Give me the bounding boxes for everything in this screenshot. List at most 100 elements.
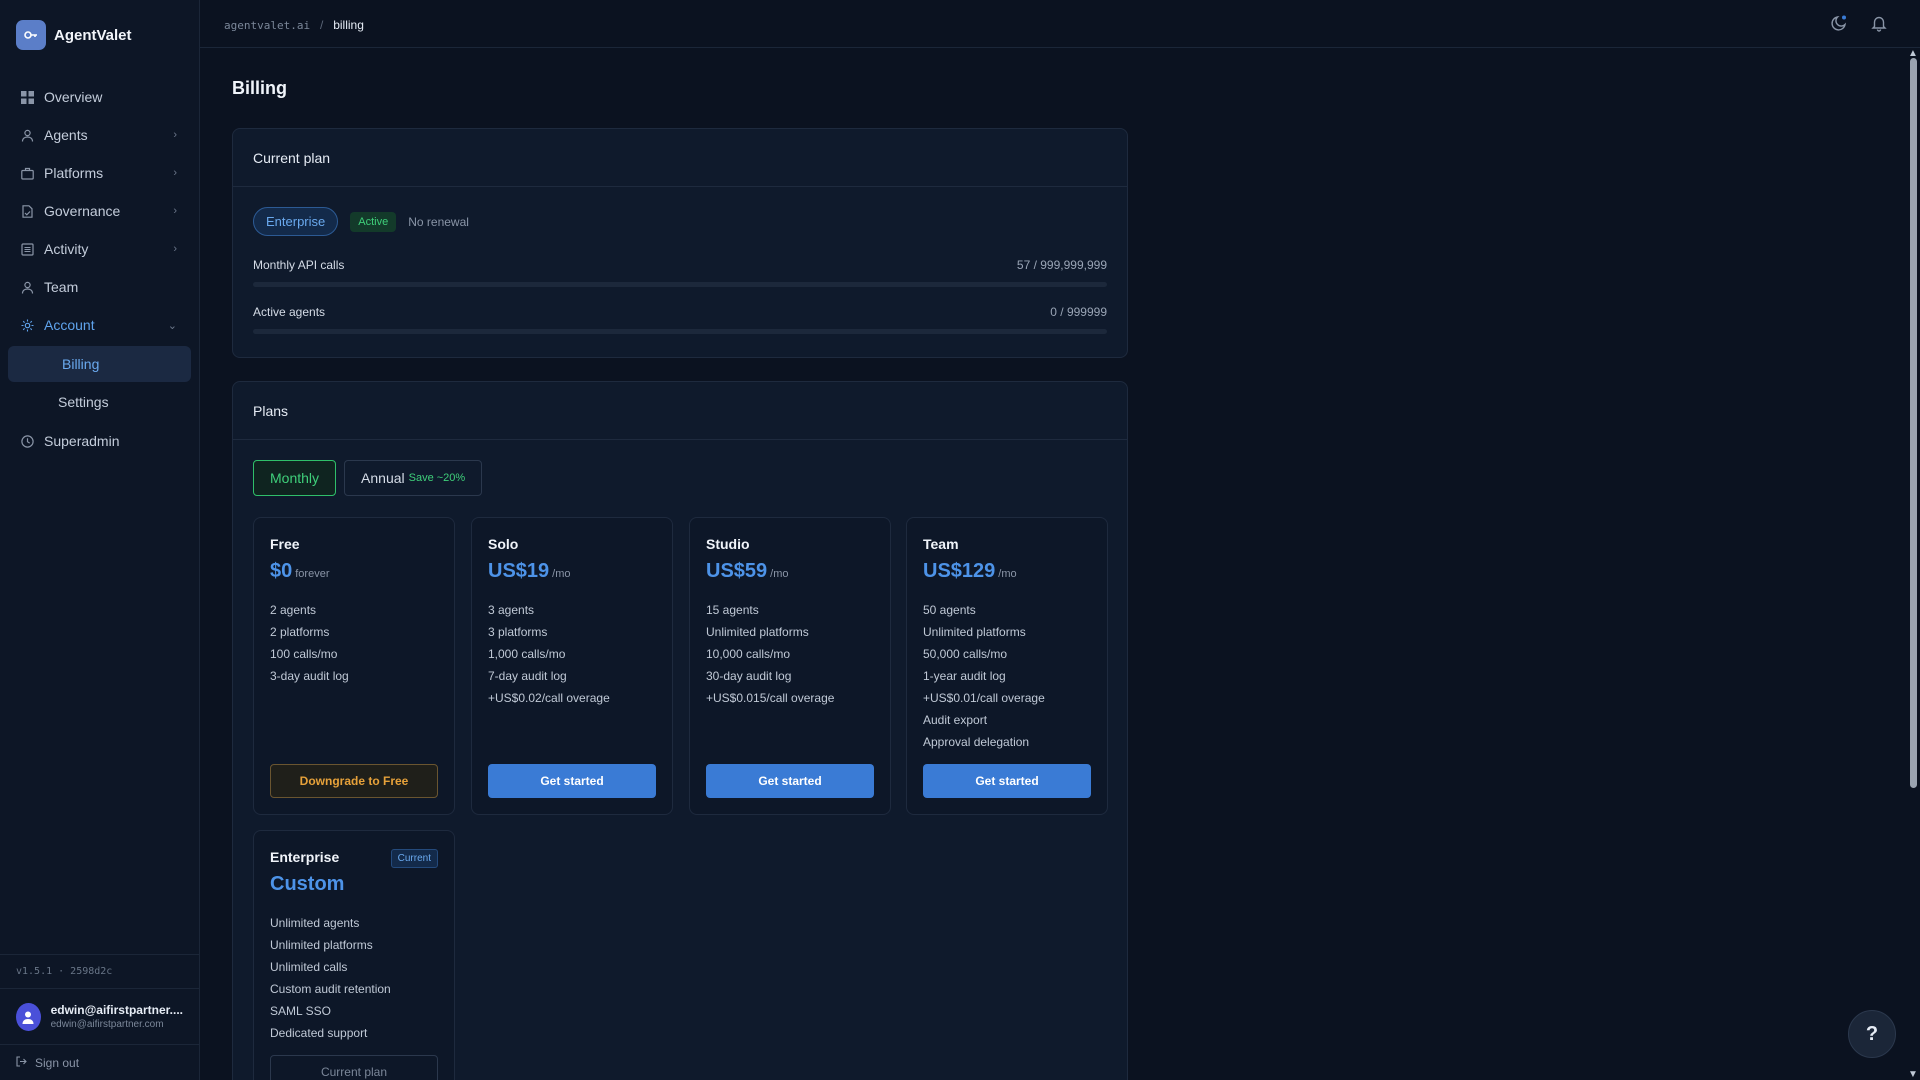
sidebar-item-governance[interactable]: Governance › xyxy=(8,192,191,230)
feature-list: 3 agents 3 platforms 1,000 calls/mo 7-da… xyxy=(488,599,656,709)
clock-icon xyxy=(20,434,34,448)
app-name: AgentValet xyxy=(54,26,132,44)
feature-item: 2 agents xyxy=(270,603,317,617)
price-amount: $0 xyxy=(270,560,293,582)
plan-price: US$19 /mo xyxy=(488,560,656,583)
sidebar-subitem-settings[interactable]: Settings xyxy=(8,384,191,420)
plan-name: Free xyxy=(270,536,300,552)
price-amount: Custom xyxy=(270,873,345,895)
breadcrumb-separator: / xyxy=(319,17,324,32)
sign-out-icon xyxy=(16,1055,27,1070)
renewal-text: No renewal xyxy=(408,214,469,229)
feature-item: 50,000 calls/mo xyxy=(923,647,1008,661)
sign-out-label: Sign out xyxy=(35,1055,80,1070)
monthly-toggle[interactable]: Monthly xyxy=(253,460,337,496)
feature-item: 3-day audit log xyxy=(270,669,349,683)
page-title: Billing xyxy=(232,78,287,98)
theme-toggle-icon[interactable] xyxy=(1830,14,1848,35)
annual-toggle[interactable]: Annual Save ~20% xyxy=(344,460,483,496)
sidebar-item-superadmin[interactable]: Superadmin xyxy=(8,422,191,460)
topbar-actions xyxy=(1830,14,1888,35)
sidebar-item-team[interactable]: Team xyxy=(8,268,191,306)
sidebar-item-activity[interactable]: Activity › xyxy=(8,230,191,268)
price-amount: US$19 xyxy=(488,560,550,582)
feature-list: 15 agents Unlimited platforms 10,000 cal… xyxy=(706,599,874,709)
feature-item: 1,000 calls/mo xyxy=(488,647,566,661)
feature-item: 2 platforms xyxy=(270,625,330,639)
feature-item: SAML SSO xyxy=(270,1004,331,1018)
sidebar-nav: Overview Agents › Platforms › Governance… xyxy=(0,70,199,460)
feature-item: +US$0.01/call overage xyxy=(923,691,1045,705)
current-badge: Current xyxy=(390,849,438,868)
sign-out-button[interactable]: Sign out xyxy=(0,1044,199,1080)
grid-icon xyxy=(20,90,34,104)
get-started-button[interactable]: Get started xyxy=(706,764,874,798)
key-icon xyxy=(16,20,46,50)
plan-card-enterprise: Enterprise Current Custom Unlimited agen… xyxy=(253,830,455,1080)
feature-item: 3 platforms xyxy=(488,625,548,639)
breadcrumb-root[interactable]: agentvalet.ai xyxy=(224,19,310,32)
sidebar-item-label: Platforms xyxy=(44,165,104,181)
chevron-right-icon: › xyxy=(173,205,177,217)
help-button[interactable]: ? xyxy=(1848,1010,1896,1058)
sidebar-item-label: Team xyxy=(44,279,79,295)
bell-icon[interactable] xyxy=(1870,14,1888,35)
get-started-button[interactable]: Get started xyxy=(923,764,1091,798)
feature-item: Unlimited platforms xyxy=(923,625,1026,639)
chevron-down-icon: ⌄ xyxy=(167,319,177,332)
topbar: agentvalet.ai / billing xyxy=(200,0,1920,48)
feature-item: Unlimited agents xyxy=(270,916,360,930)
sidebar-subitem-billing[interactable]: Billing xyxy=(8,346,191,382)
current-plan-button[interactable]: Current plan xyxy=(270,1055,438,1080)
plan-card-solo: Solo US$19 /mo 3 agents 3 platforms 1,00… xyxy=(471,517,673,815)
brand[interactable]: AgentValet xyxy=(0,0,199,70)
downgrade-button[interactable]: Downgrade to Free xyxy=(270,764,438,798)
avatar xyxy=(16,1002,41,1031)
plan-card-studio: Studio US$59 /mo 15 agents Unlimited pla… xyxy=(689,517,891,815)
list-icon xyxy=(20,242,34,256)
feature-list: 50 agents Unlimited platforms 50,000 cal… xyxy=(923,599,1091,753)
price-amount: US$59 xyxy=(706,560,768,582)
usage-row-api: Monthly API calls 57 / 999,999,999 xyxy=(253,258,1107,272)
user-menu[interactable]: edwin@aifirstpartner.... edwin@aifirstpa… xyxy=(0,988,199,1044)
sidebar-item-agents[interactable]: Agents › xyxy=(8,116,191,154)
feature-item: Dedicated support xyxy=(270,1026,368,1040)
price-unit: /mo xyxy=(770,568,789,580)
user-icon xyxy=(20,280,34,294)
feature-item: 7-day audit log xyxy=(488,669,567,683)
price-amount: US$129 xyxy=(923,560,996,582)
sidebar-item-overview[interactable]: Overview xyxy=(8,78,191,116)
sidebar-item-account[interactable]: Account ⌄ xyxy=(8,306,191,344)
usage-label: Active agents xyxy=(253,305,326,319)
current-plan-heading: Current plan xyxy=(233,129,1127,187)
user-email: edwin@aifirstpartner.com xyxy=(50,1019,164,1030)
chevron-right-icon: › xyxy=(173,129,177,141)
breadcrumb: agentvalet.ai / billing xyxy=(224,16,364,32)
plan-pill: Enterprise xyxy=(253,207,339,236)
plan-name: Solo xyxy=(488,536,519,552)
feature-item: Unlimited platforms xyxy=(270,938,373,952)
feature-item: 3 agents xyxy=(488,603,535,617)
breadcrumb-current: billing xyxy=(333,17,364,32)
get-started-button[interactable]: Get started xyxy=(488,764,656,798)
user-name: edwin@aifirstpartner.... xyxy=(50,1003,183,1017)
feature-item: 50 agents xyxy=(923,603,976,617)
scrollbar-thumb[interactable] xyxy=(1910,58,1917,788)
sidebar: AgentValet Overview Agents › Platforms ›… xyxy=(0,0,200,1080)
billing-period-toggle: Monthly Annual Save ~20% xyxy=(233,440,1127,516)
scrollbar[interactable]: ▲ ▼ xyxy=(1906,48,1920,1080)
price-unit: /mo xyxy=(998,568,1017,580)
feature-item: Custom audit retention xyxy=(270,982,391,996)
price-unit: /mo xyxy=(552,568,571,580)
plans-card: Plans Monthly Annual Save ~20% Free $0 f… xyxy=(232,381,1128,1080)
sidebar-footer: v1.5.1 · 2598d2c edwin@aifirstpartner...… xyxy=(0,954,199,1080)
sidebar-item-platforms[interactable]: Platforms › xyxy=(8,154,191,192)
plan-name: Team xyxy=(923,536,959,552)
sidebar-item-label: Governance xyxy=(44,203,121,219)
plan-price: US$59 /mo xyxy=(706,560,874,583)
monthly-label: Monthly xyxy=(270,470,320,486)
scroll-down-icon[interactable]: ▼ xyxy=(1908,1069,1918,1080)
sidebar-item-label: Activity xyxy=(44,241,89,257)
feature-item: Audit export xyxy=(923,713,988,727)
usage-bar-agents xyxy=(253,329,1107,334)
